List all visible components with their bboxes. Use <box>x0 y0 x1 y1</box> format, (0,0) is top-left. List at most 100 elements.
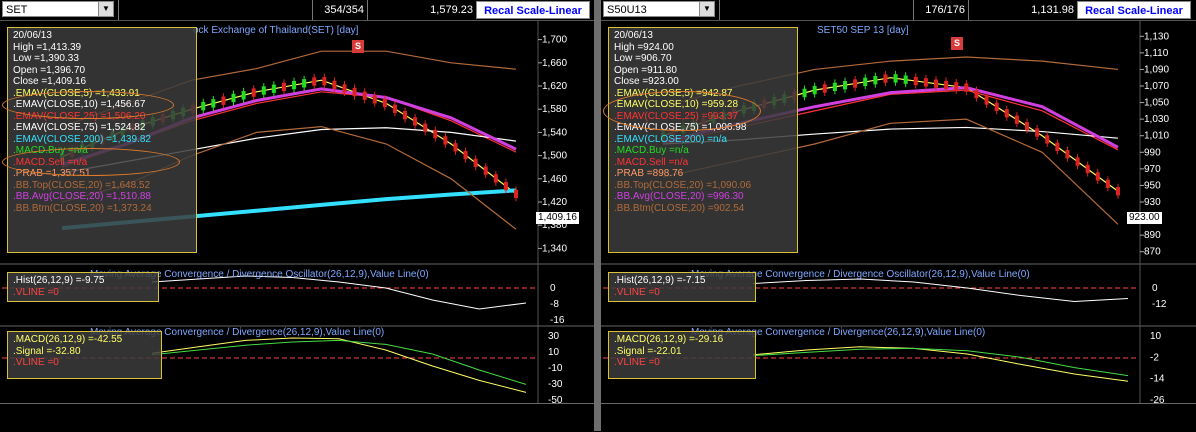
candle-body <box>261 86 266 95</box>
signal-line <box>752 347 1129 377</box>
right-macd-legend: .MACD(26,12,9) =-29.16 .Signal =-22.01 .… <box>608 331 756 379</box>
right-toolbar: S50U13 ▼ 176/176 1,131.98 Recal Scale-Li… <box>601 0 1196 21</box>
candle-body <box>463 150 468 160</box>
candle-body <box>1045 135 1050 144</box>
right-last-price: 1,131.98 <box>1031 4 1074 16</box>
candle-body <box>372 95 377 104</box>
right-chart-title: SET50 SEP 13 [day] <box>817 25 909 36</box>
candle-body <box>883 74 888 83</box>
candle-body <box>221 96 226 105</box>
candle-body <box>453 143 458 152</box>
legend-bb-top: .BB.Top(CLOSE,20) =1,648.52 <box>13 179 151 191</box>
candle-body <box>913 76 918 86</box>
left-chart-panel[interactable]: SET ▼ 354/354 1,579.23 Recal Scale-Linea… <box>0 0 594 432</box>
price-tick-label: 1,660 <box>542 58 567 69</box>
legend-hist: .Hist(26,12,9) =-7.15 <box>614 275 706 286</box>
legend-macd-buy: .MACD.Buy =n/a <box>614 145 689 156</box>
candle-body <box>822 84 827 93</box>
hist-tick-label: 0 <box>550 283 556 294</box>
left-symbol-select[interactable]: SET ▼ <box>2 1 114 17</box>
candle-body <box>974 89 979 99</box>
legend-close: Close =1,409.16 <box>13 76 87 87</box>
hist-tick-label: 0 <box>1152 283 1158 294</box>
candle-body <box>201 101 206 111</box>
legend-high: High =924.00 <box>614 41 674 53</box>
left-macd-legend: .MACD(26,12,9) =-42.55 .Signal =-32.80 .… <box>7 331 162 379</box>
candle-body <box>231 93 236 103</box>
candle-body <box>1065 150 1070 159</box>
legend-open: Open =911.80 <box>614 64 677 76</box>
hist-line <box>752 278 1129 303</box>
candle-body <box>1035 128 1040 137</box>
legend-bb-top: .BB.Top(CLOSE,20) =1,090.06 <box>614 179 752 191</box>
candle-body <box>934 79 938 88</box>
legend-vline: .VLINE =0 <box>614 357 660 368</box>
candle-body <box>241 91 246 100</box>
left-price-legend: 20/06/13 High =1,413.39 Low =1,390.33 Op… <box>7 27 197 253</box>
left-recal-scale-button[interactable]: Recal Scale-Linear <box>476 1 590 19</box>
candle-body <box>322 77 327 86</box>
price-tick-label: 1,010 <box>1144 131 1169 142</box>
candle-body <box>843 80 847 90</box>
macd-tick-label: 30 <box>548 331 560 342</box>
legend-vline: .VLINE =0 <box>13 357 59 368</box>
candle-body <box>312 77 317 86</box>
candle-body <box>281 82 286 92</box>
candle-body <box>211 99 216 108</box>
highlight-oval <box>603 91 761 131</box>
candle-body <box>1095 172 1100 181</box>
right-symbol-select[interactable]: S50U13 ▼ <box>603 1 715 17</box>
price-tick-label: 1,050 <box>1144 98 1169 109</box>
right-date-axis <box>601 403 1196 432</box>
candle-body <box>403 110 408 120</box>
candle-body <box>1025 121 1029 131</box>
price-tick-label: 870 <box>1144 247 1161 258</box>
left-last-price: 1,579.23 <box>430 4 473 16</box>
candle-body <box>994 102 999 112</box>
left-toolbar: SET ▼ 354/354 1,579.23 Recal Scale-Linea… <box>0 0 594 21</box>
macd-tick-label: 10 <box>548 347 560 358</box>
candle-body <box>853 79 858 88</box>
candle-body <box>873 76 878 85</box>
candle-body <box>923 78 928 87</box>
candle-body <box>1116 187 1120 196</box>
macd-line <box>151 337 527 393</box>
candle-body <box>1105 179 1110 189</box>
panel-divider[interactable] <box>594 0 601 431</box>
macd-tick-label: -10 <box>548 363 563 374</box>
price-tick-label: 1,070 <box>1144 81 1169 92</box>
right-hist-legend: .Hist(26,12,9) =-7.15 .VLINE =0 <box>608 272 756 302</box>
legend-hist: .Hist(26,12,9) =-9.75 <box>13 275 105 286</box>
legend-macd: .MACD(26,12,9) =-42.55 <box>13 334 123 345</box>
sell-signal-marker[interactable]: S <box>951 37 963 50</box>
price-tick-label: 950 <box>1144 180 1161 191</box>
candle-body <box>302 79 307 88</box>
candle-body <box>984 96 989 105</box>
candle-body <box>332 80 337 90</box>
hist-line <box>151 275 527 310</box>
chevron-down-icon[interactable]: ▼ <box>699 2 714 16</box>
price-tick-label: 1,620 <box>542 81 567 92</box>
left-hist-legend: .Hist(26,12,9) =-9.75 .VLINE =0 <box>7 272 159 302</box>
chevron-down-icon[interactable]: ▼ <box>98 2 113 16</box>
left-bars-count: 354/354 <box>324 4 364 16</box>
right-chart-panel[interactable]: S50U13 ▼ 176/176 1,131.98 Recal Scale-Li… <box>601 0 1196 432</box>
candle-body <box>503 181 508 191</box>
right-recal-scale-button[interactable]: Recal Scale-Linear <box>1077 1 1191 19</box>
legend-close: Close =923.00 <box>614 76 679 87</box>
legend-vline: .VLINE =0 <box>614 286 660 298</box>
price-tick-label: 930 <box>1144 197 1161 208</box>
candle-body <box>251 88 256 97</box>
candle-body <box>1004 109 1009 118</box>
macd-tick-label: -14 <box>1150 374 1165 385</box>
candle-body <box>413 117 418 126</box>
candle-body <box>1075 157 1080 166</box>
legend-bb-avg: .BB.Avg(CLOSE,20) =1,510.88 <box>13 191 151 202</box>
candle-body <box>832 82 837 92</box>
sell-signal-marker[interactable]: S <box>352 40 364 53</box>
candle-body <box>964 83 969 92</box>
candle-body <box>443 136 448 145</box>
macd-tick-label: -30 <box>548 379 563 390</box>
legend-date: 20/06/13 <box>614 30 653 41</box>
legend-open: Open =1,396.70 <box>13 64 86 76</box>
